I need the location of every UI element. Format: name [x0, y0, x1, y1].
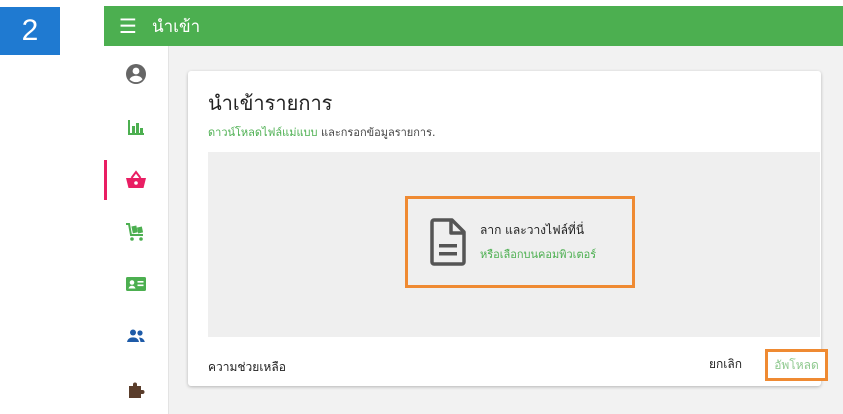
- cart-icon: [126, 223, 144, 241]
- drop-target-box[interactable]: ลาก และวางไฟล์ที่นี่ หรือเลือกบนคอมพิวเต…: [405, 196, 635, 288]
- sidebar: [104, 46, 169, 414]
- puzzle-icon: [129, 382, 145, 398]
- cancel-button[interactable]: ยกเลิก: [709, 354, 742, 374]
- drop-text: ลาก และวางไฟล์ที่นี่ หรือเลือกบนคอมพิวเต…: [480, 221, 596, 263]
- file-document-icon: [430, 218, 466, 266]
- chart-icon: [128, 120, 144, 135]
- upload-button[interactable]: อัพโหลด: [765, 349, 828, 381]
- basket-icon: [126, 170, 146, 188]
- app-title: นำเข้า: [152, 16, 201, 37]
- subtitle-text: และกรอกข้อมูลรายการ.: [317, 126, 436, 139]
- contact-card-icon: [126, 277, 146, 291]
- app-window: ☰ นำเข้า นำเข้ารายการ ดาวน์โหลดไฟล์แม่แบ…: [104, 6, 843, 414]
- import-card: นำเข้ารายการ ดาวน์โหลดไฟล์แม่แบบ และกรอก…: [188, 71, 828, 386]
- help-link[interactable]: ความช่วยเหลือ: [208, 358, 286, 377]
- sidebar-item-contacts[interactable]: [104, 258, 168, 310]
- sidebar-item-reports[interactable]: [104, 101, 168, 153]
- sidebar-item-orders[interactable]: [104, 206, 168, 258]
- file-dropzone[interactable]: ลาก และวางไฟล์ที่นี่ หรือเลือกบนคอมพิวเต…: [208, 152, 820, 337]
- account-icon: [126, 64, 146, 84]
- browse-computer-link[interactable]: หรือเลือกบนคอมพิวเตอร์: [480, 245, 596, 263]
- people-icon: [127, 329, 145, 342]
- card-subtitle: ดาวน์โหลดไฟล์แม่แบบ และกรอกข้อมูลรายการ.: [208, 123, 436, 141]
- page-title: นำเข้ารายการ: [208, 91, 333, 115]
- sidebar-item-account[interactable]: [104, 48, 168, 100]
- sidebar-item-products[interactable]: [104, 154, 168, 206]
- drop-instruction: ลาก และวางไฟล์ที่นี่: [480, 223, 585, 237]
- menu-icon[interactable]: ☰: [104, 6, 152, 46]
- sidebar-item-plugins[interactable]: [104, 364, 168, 414]
- top-app-bar: ☰ นำเข้า: [104, 6, 843, 46]
- download-template-link[interactable]: ดาวน์โหลดไฟล์แม่แบบ: [208, 126, 318, 139]
- sidebar-item-users[interactable]: [104, 310, 168, 362]
- step-number-badge: 2: [0, 7, 60, 55]
